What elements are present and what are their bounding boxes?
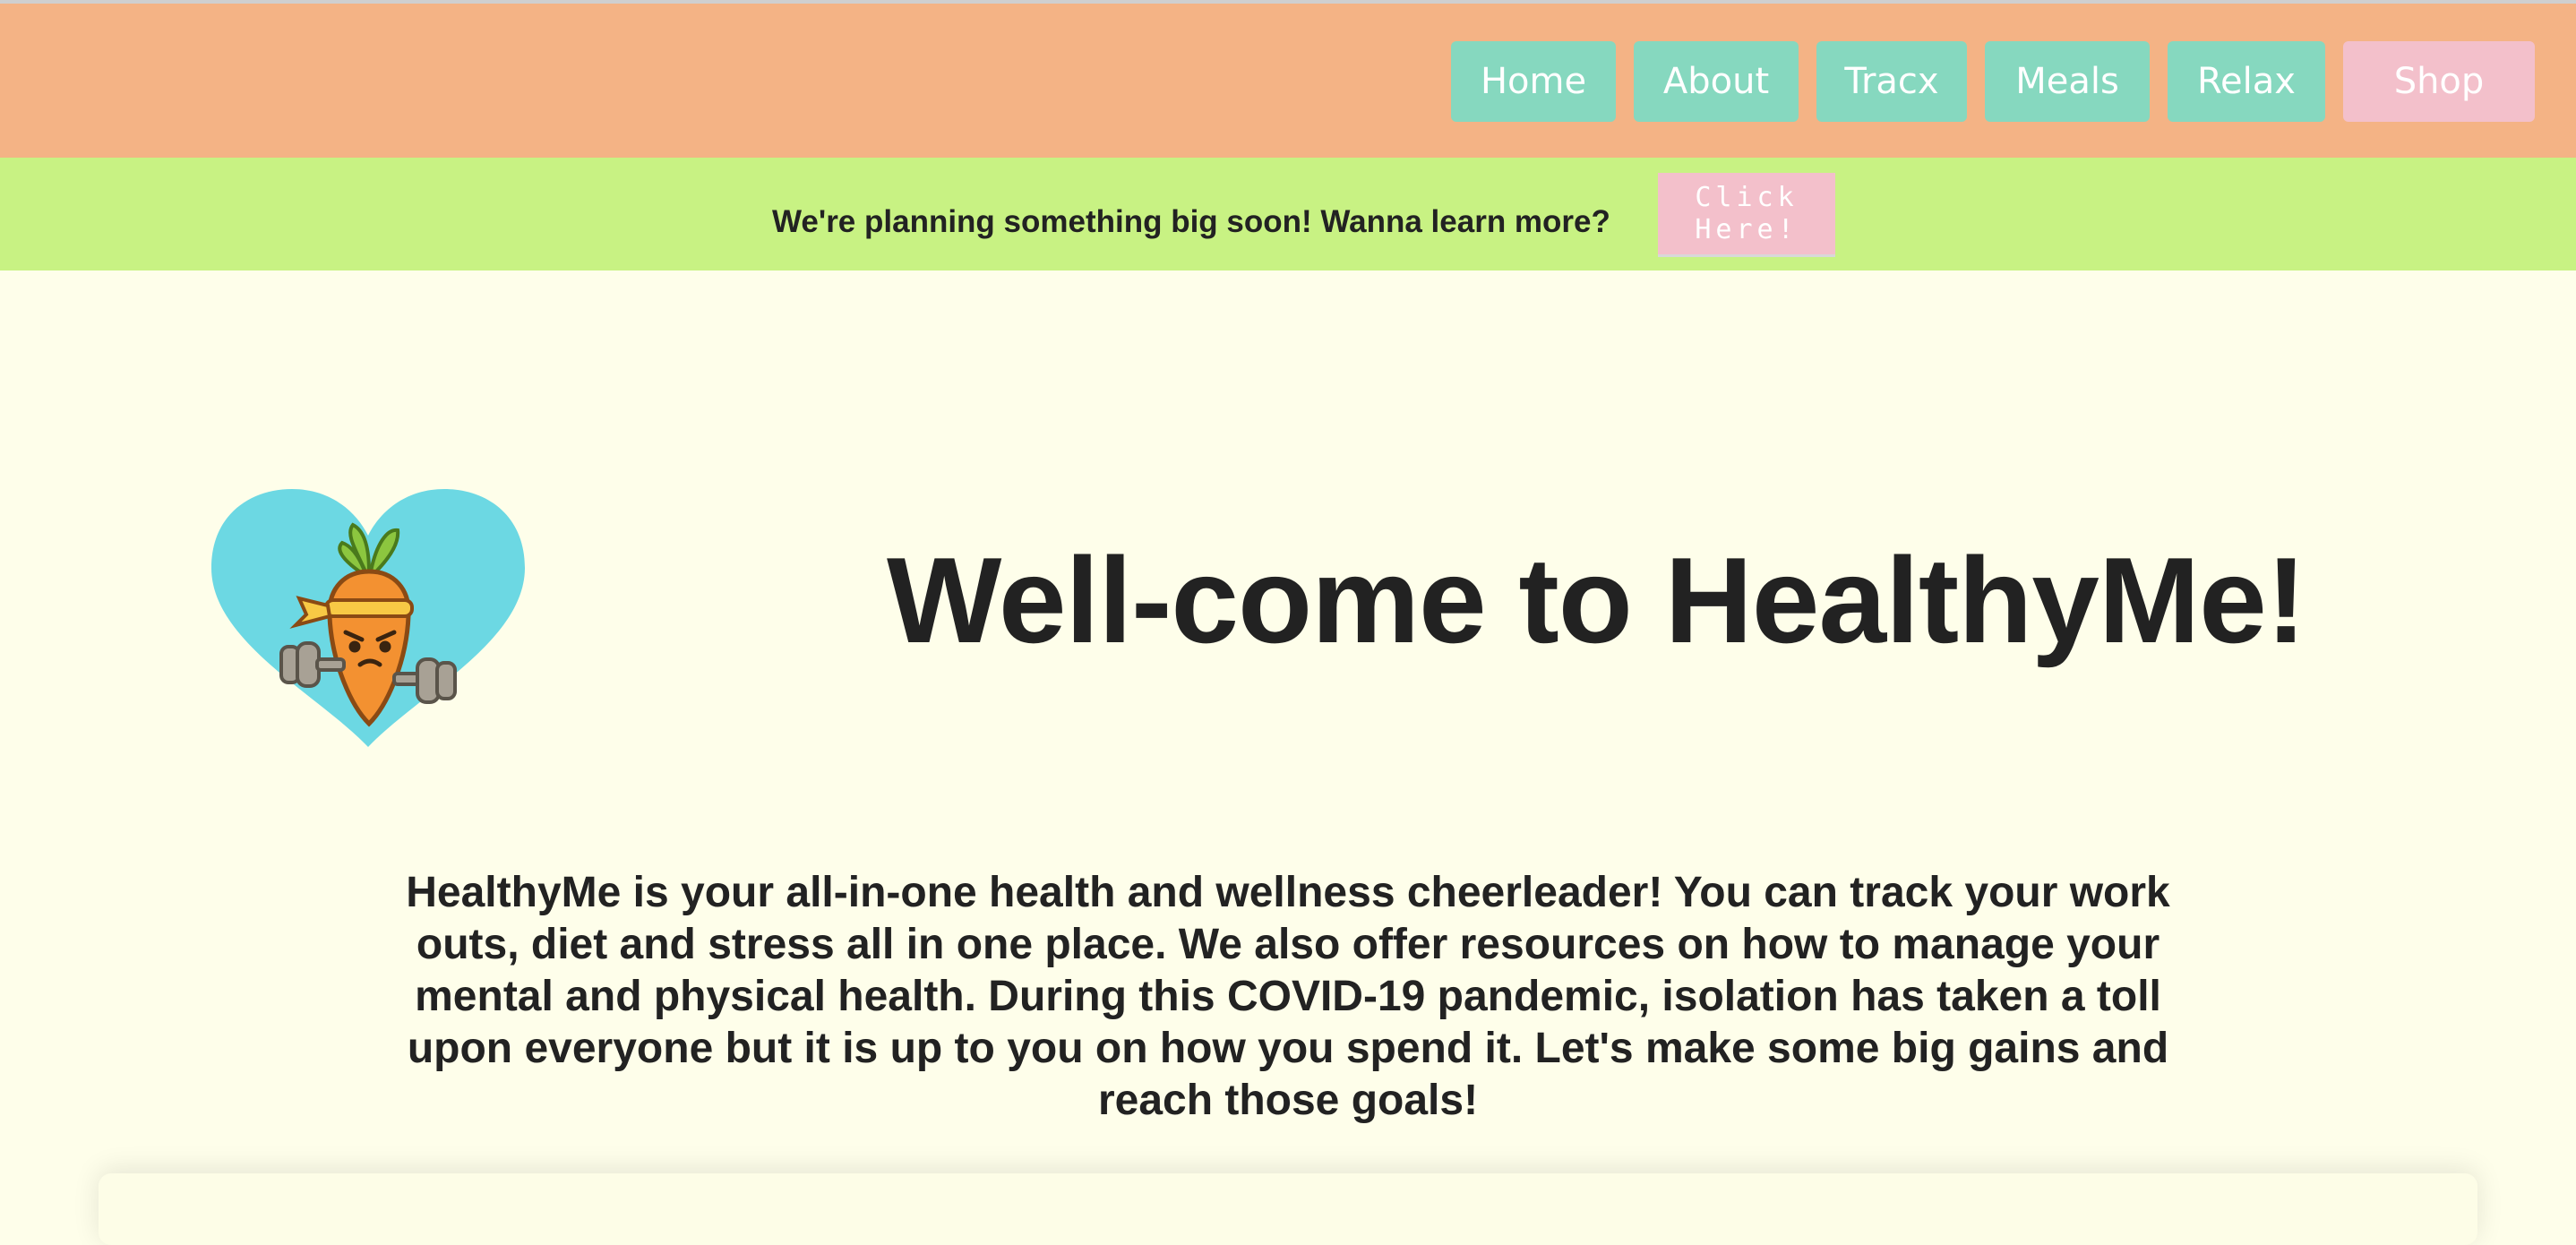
nav-relax-button[interactable]: Relax [2168,41,2325,122]
site-header: Home About Tracx Meals Relax Shop [0,4,2576,158]
headband [324,598,414,618]
intro-paragraph: HealthyMe is your all-in-one health and … [406,869,2170,1124]
nav-shop-button[interactable]: Shop [2343,41,2535,122]
page-title: Well-come to HealthyMe! [887,532,2306,668]
announcement-text: We're planning something big soon! Wanna… [772,204,1610,239]
learn-more-button[interactable]: Click Here! [1658,173,1835,257]
nav-tracx-button[interactable]: Tracx [1816,41,1967,122]
carrot-heart-logo-icon [211,489,525,747]
nav-meals-button[interactable]: Meals [1985,41,2150,122]
video-card [99,1173,2477,1245]
nav-about-button[interactable]: About [1634,41,1799,122]
main-nav: Home About Tracx Meals Relax Shop [1451,41,2535,122]
nav-home-button[interactable]: Home [1451,41,1616,122]
